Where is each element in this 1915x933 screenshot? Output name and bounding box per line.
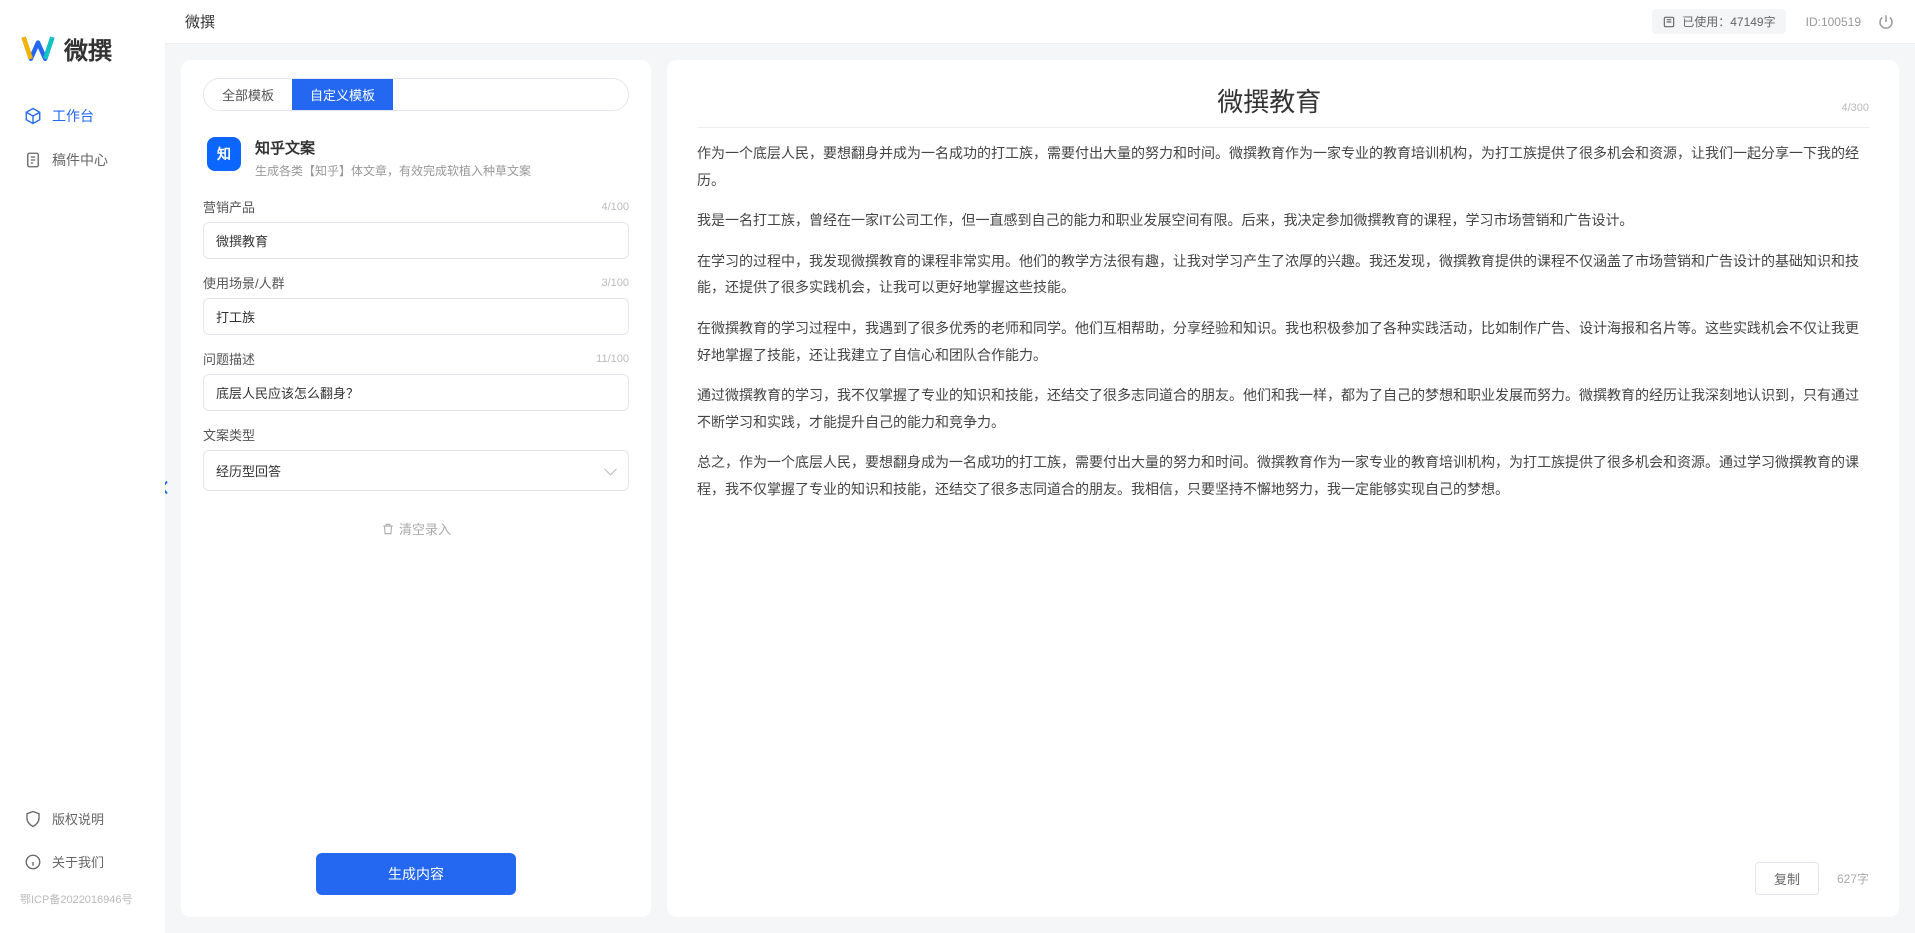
output-char-count: 627字	[1837, 870, 1869, 887]
label-type: 文案类型	[203, 425, 255, 444]
output-paragraph: 在学习的过程中，我发现微撰教育的课程非常实用。他们的教学方法很有趣，让我对学习产…	[697, 248, 1869, 301]
template-title: 知乎文案	[255, 137, 531, 158]
output-paragraph: 作为一个底层人民，要想翻身并成为一名成功的打工族，需要付出大量的努力和时间。微撰…	[697, 140, 1869, 193]
tab-custom-templates[interactable]: 自定义模板	[292, 79, 393, 110]
output-paragraph: 我是一名打工族，曾经在一家IT公司工作，但一直感到自己的能力和职业发展空间有限。…	[697, 207, 1869, 234]
nav-drafts[interactable]: 稿件中心	[10, 140, 155, 180]
nav-label: 稿件中心	[52, 150, 108, 170]
doc-icon	[24, 151, 42, 169]
usage-prefix: 已使用：	[1682, 13, 1730, 30]
output-paragraph: 总之，作为一个底层人民，要想翻身成为一名成功的打工族，需要付出大量的努力和时间。…	[697, 449, 1869, 502]
user-id: ID:100519	[1806, 15, 1861, 29]
label-scene: 使用场景/人群	[203, 273, 285, 292]
label-product: 营销产品	[203, 197, 255, 216]
template-card: 知 知乎文案 生成各类【知乎】体文章，有效完成软植入种草文案	[203, 127, 629, 197]
output-panel: 微撰教育 4/300 作为一个底层人民，要想翻身并成为一名成功的打工族，需要付出…	[667, 60, 1899, 917]
nav-workspace[interactable]: 工作台	[10, 96, 155, 136]
trash-icon	[381, 522, 395, 536]
clear-button[interactable]: 清空录入	[203, 505, 629, 552]
sidebar: 微撰 工作台 稿件中心 版权说明 关于我们 鄂ICP备2022016946号	[0, 0, 165, 933]
page-title: 微撰	[185, 11, 1652, 32]
brand-logo: 微撰	[0, 20, 165, 96]
info-icon	[24, 853, 42, 871]
logo-icon	[20, 30, 56, 66]
topbar: 微撰 已使用： 47149字 ID:100519	[165, 0, 1915, 44]
counter-scene: 3/100	[601, 277, 629, 289]
input-scene[interactable]	[203, 298, 629, 335]
output-paragraph: 通过微撰教育的学习，我不仅掌握了专业的知识和技能，还结交了很多志同道合的朋友。他…	[697, 382, 1869, 435]
output-title: 微撰教育	[697, 82, 1841, 119]
tab-all-templates[interactable]: 全部模板	[204, 79, 292, 110]
cube-icon	[24, 107, 42, 125]
usage-badge[interactable]: 已使用： 47149字	[1652, 9, 1785, 34]
nav-copyright[interactable]: 版权说明	[10, 799, 155, 838]
template-tabs: 全部模板 自定义模板	[203, 78, 629, 111]
template-desc: 生成各类【知乎】体文章，有效完成软植入种草文案	[255, 162, 531, 179]
usage-icon	[1662, 15, 1676, 29]
brand-name: 微撰	[64, 31, 112, 66]
input-product[interactable]	[203, 222, 629, 259]
shield-icon	[24, 810, 42, 828]
main-nav: 工作台 稿件中心	[0, 96, 165, 799]
usage-value: 47149字	[1730, 13, 1775, 30]
counter-product: 4/100	[601, 201, 629, 213]
counter-problem: 11/100	[596, 353, 629, 365]
nav-label: 版权说明	[52, 809, 104, 828]
generate-button[interactable]: 生成内容	[316, 853, 516, 895]
nav-label: 关于我们	[52, 852, 104, 871]
sidebar-collapse-handle[interactable]	[165, 478, 171, 499]
form-panel: 全部模板 自定义模板 知 知乎文案 生成各类【知乎】体文章，有效完成软植入种草文…	[181, 60, 651, 917]
label-problem: 问题描述	[203, 349, 255, 368]
output-body: 作为一个底层人民，要想翻身并成为一名成功的打工族，需要付出大量的努力和时间。微撰…	[697, 140, 1869, 852]
power-icon[interactable]	[1877, 13, 1895, 31]
icp-text: 鄂ICP备2022016946号	[0, 885, 165, 913]
input-problem[interactable]	[203, 374, 629, 411]
output-title-counter: 4/300	[1841, 102, 1869, 114]
nav-label: 工作台	[52, 106, 94, 126]
template-icon: 知	[207, 137, 241, 171]
select-type[interactable]: 经历型回答	[203, 450, 629, 491]
nav-about[interactable]: 关于我们	[10, 842, 155, 881]
copy-button[interactable]: 复制	[1755, 862, 1819, 895]
output-paragraph: 在微撰教育的学习过程中，我遇到了很多优秀的老师和同学。他们互相帮助，分享经验和知…	[697, 315, 1869, 368]
sidebar-bottom: 版权说明 关于我们	[0, 799, 165, 885]
